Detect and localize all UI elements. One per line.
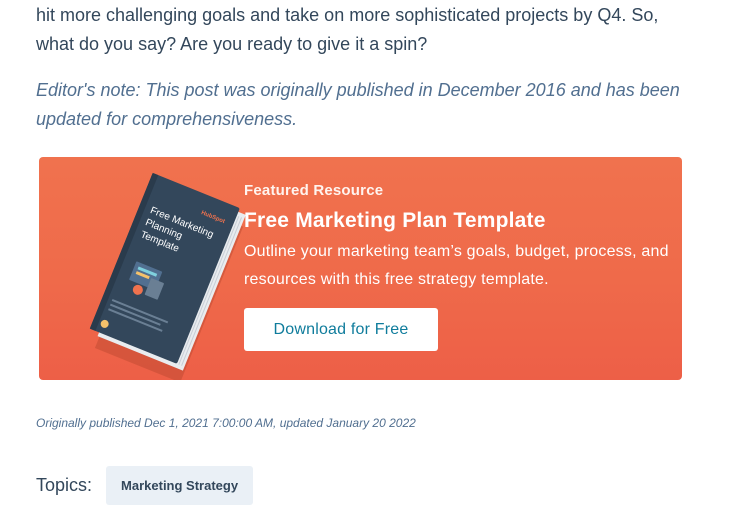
cta-description: Outline your marketing team’s goals, bud… [244, 243, 669, 288]
editors-note: Editor's note: This post was originally … [36, 80, 680, 129]
topic-tag-marketing-strategy[interactable]: Marketing Strategy [106, 466, 254, 505]
featured-resource-cta[interactable]: HubSpot Free Marketing Planning Template… [39, 157, 682, 380]
cta-eyebrow: Featured Resource [244, 182, 384, 199]
article-paragraph: hit more challenging goals and take on m… [36, 5, 659, 54]
topics-section: Topics: Marketing Strategy [36, 466, 254, 505]
publish-date: Originally published Dec 1, 2021 7:00:00… [36, 416, 416, 430]
topics-label: Topics: [36, 475, 93, 495]
ebook-cover-image: HubSpot Free Marketing Planning Template [89, 172, 246, 380]
download-for-free-button[interactable]: Download for Free [244, 308, 438, 351]
cta-title[interactable]: Free Marketing Plan Template [244, 209, 546, 233]
